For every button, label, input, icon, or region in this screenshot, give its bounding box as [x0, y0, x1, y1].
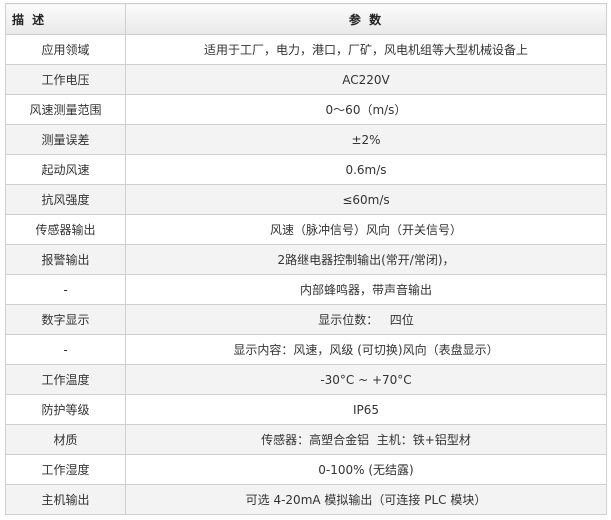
row-value: 0～60（m/s）	[125, 94, 607, 125]
table-row: 工作电压 AC220V	[5, 64, 607, 95]
row-value: 可选 4-20mA 模拟输出（可连接 PLC 模块）	[125, 484, 607, 515]
row-label: -	[5, 274, 126, 305]
row-value: 显示内容：风速，风级 (可切换)风向（表盘显示）	[125, 334, 607, 365]
table-row: 风速测量范围 0～60（m/s）	[5, 94, 607, 125]
table-row: 工作温度 -30°C ~ +70°C	[5, 364, 607, 395]
row-value: 风速（脉冲信号）风向（开关信号）	[125, 214, 607, 245]
row-label: 工作电压	[5, 64, 126, 95]
table-row: 应用领域 适用于工厂，电力，港口，厂矿，风电机组等大型机械设备上	[5, 34, 607, 65]
row-label: 起动风速	[5, 154, 126, 185]
table-row: 起动风速 0.6m/s	[5, 154, 607, 185]
table-row: 防护等级 IP65	[5, 394, 607, 425]
row-value: ±2%	[125, 124, 607, 155]
row-value: 内部蜂鸣器，带声音输出	[125, 274, 607, 305]
table-header-row: 描 述 参 数	[5, 3, 607, 35]
table-row: 数字显示 显示位数： 四位	[5, 304, 607, 335]
row-label: 工作温度	[5, 364, 126, 395]
row-value: 适用于工厂，电力，港口，厂矿，风电机组等大型机械设备上	[125, 34, 607, 65]
table-row: 主机输出 可选 4-20mA 模拟输出（可连接 PLC 模块）	[5, 484, 607, 515]
row-value: AC220V	[125, 64, 607, 95]
table-row: 报警输出 2路继电器控制输出(常开/常闭)，	[5, 244, 607, 275]
row-label: 传感器输出	[5, 214, 126, 245]
spec-table: 描 述 参 数 应用领域 适用于工厂，电力，港口，厂矿，风电机组等大型机械设备上 …	[5, 3, 607, 515]
row-label: 风速测量范围	[5, 94, 126, 125]
row-value: 0.6m/s	[125, 154, 607, 185]
row-label: 应用领域	[5, 34, 126, 65]
row-value: 2路继电器控制输出(常开/常闭)，	[125, 244, 607, 275]
row-value: ≤60m/s	[125, 184, 607, 215]
row-value: 显示位数： 四位	[125, 304, 607, 335]
row-label: 防护等级	[5, 394, 126, 425]
row-label: 数字显示	[5, 304, 126, 335]
table-row: 传感器输出 风速（脉冲信号）风向（开关信号）	[5, 214, 607, 245]
table-row: 抗风强度 ≤60m/s	[5, 184, 607, 215]
row-value: -30°C ~ +70°C	[125, 364, 607, 395]
table-body: 应用领域 适用于工厂，电力，港口，厂矿，风电机组等大型机械设备上 工作电压 AC22…	[5, 34, 607, 515]
row-label: 测量误差	[5, 124, 126, 155]
table-row: - 内部蜂鸣器，带声音输出	[5, 274, 607, 305]
row-label: 报警输出	[5, 244, 126, 275]
row-label: 材质	[5, 424, 126, 455]
row-value: 传感器：高塑合金铝 主机：铁+铝型材	[125, 424, 607, 455]
table-row: 工作湿度 0-100% (无结露)	[5, 454, 607, 485]
row-label: 抗风强度	[5, 184, 126, 215]
row-value: IP65	[125, 394, 607, 425]
row-label: 工作湿度	[5, 454, 126, 485]
header-description: 描 述	[5, 3, 126, 35]
row-label: 主机输出	[5, 484, 126, 515]
row-label: -	[5, 334, 126, 365]
table-row: 材质 传感器：高塑合金铝 主机：铁+铝型材	[5, 424, 607, 455]
header-parameters: 参 数	[125, 3, 607, 35]
table-row: - 显示内容：风速，风级 (可切换)风向（表盘显示）	[5, 334, 607, 365]
row-value: 0-100% (无结露)	[125, 454, 607, 485]
table-row: 测量误差 ±2%	[5, 124, 607, 155]
